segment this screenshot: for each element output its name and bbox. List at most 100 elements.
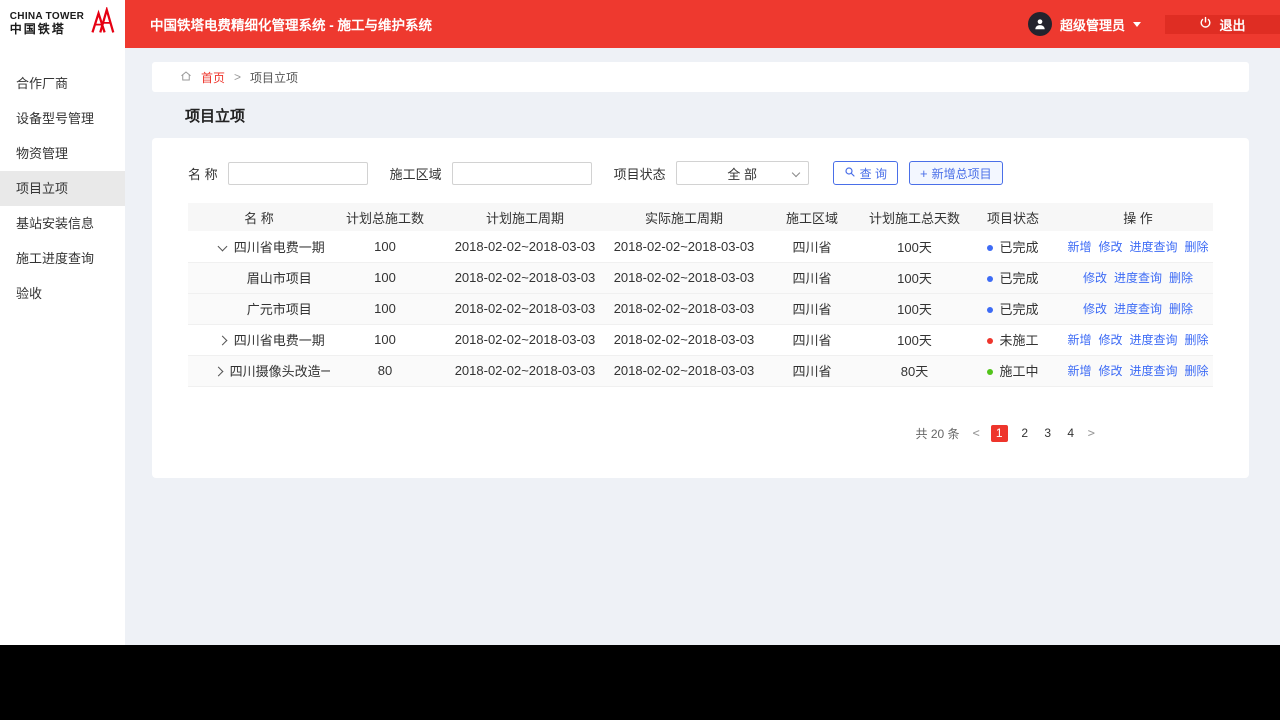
action-add-link[interactable]: 新增	[1068, 333, 1092, 347]
main-content: 首页 > 项目立项 项目立项 名 称 施工区域 项目状态 全 部 查 询 + 新…	[125, 48, 1280, 645]
plus-icon: +	[920, 165, 928, 181]
region-cell: 四川省	[792, 271, 832, 286]
sidebar-item-project-initiation[interactable]: 项目立项	[0, 171, 125, 206]
action-edit-link[interactable]: 修改	[1083, 271, 1107, 285]
region-cell: 四川省	[792, 333, 832, 348]
project-name: 四川省电费一期	[233, 333, 325, 348]
action-delete-link[interactable]: 删除	[1169, 271, 1193, 285]
action-delete-link[interactable]: 删除	[1169, 302, 1193, 316]
actual-period-cell: 2018-02-02~2018-03-03	[613, 332, 755, 347]
planned-days-cell: 100天	[897, 271, 932, 286]
actions-cell: 新增 修改 进度查询 删除	[1063, 324, 1213, 355]
pagination-page-4[interactable]: 4	[1065, 426, 1077, 440]
project-list-card: 名 称 施工区域 项目状态 全 部 查 询 + 新增总项目 名 称 计划总施工数…	[152, 138, 1249, 478]
breadcrumb-home-link[interactable]: 首页	[201, 69, 225, 86]
planned-period-cell: 2018-02-02~2018-03-03	[454, 332, 596, 347]
action-edit-link[interactable]: 修改	[1083, 302, 1107, 316]
table-row: 四川摄像头改造一期 80 2018-02-02~2018-03-03 2018-…	[188, 355, 1213, 386]
sidebar-item-progress-query[interactable]: 施工进度查询	[0, 241, 125, 276]
action-progress-query-link[interactable]: 进度查询	[1130, 240, 1178, 254]
search-button[interactable]: 查 询	[832, 161, 898, 185]
status-cell: 已完成	[963, 231, 1063, 262]
action-progress-query-link[interactable]: 进度查询	[1114, 302, 1162, 316]
status-badge: 施工中	[999, 364, 1039, 379]
status-dot	[987, 369, 994, 375]
collapse-row-icon[interactable]	[217, 241, 228, 252]
actual-period-cell: 2018-02-02~2018-03-03	[613, 270, 755, 285]
name-filter-label: 名 称	[188, 166, 218, 182]
user-menu[interactable]: 超级管理员	[1027, 12, 1141, 36]
pagination-prev-button[interactable]: <	[973, 426, 980, 440]
action-edit-link[interactable]: 修改	[1099, 364, 1123, 378]
action-edit-link[interactable]: 修改	[1099, 240, 1123, 254]
planned-days-cell: 100天	[897, 302, 932, 317]
column-header-planned-count: 计划总施工数	[345, 210, 424, 226]
region-filter-input[interactable]	[451, 161, 592, 185]
pagination-total: 共 20 条	[915, 426, 960, 441]
pagination-next-button[interactable]: >	[1088, 426, 1095, 440]
status-badge: 未施工	[999, 333, 1039, 348]
pagination-page-2[interactable]: 2	[1019, 426, 1031, 440]
sidebar-item-partners[interactable]: 合作厂商	[0, 66, 125, 101]
user-name: 超级管理员	[1059, 17, 1125, 33]
action-edit-link[interactable]: 修改	[1099, 333, 1123, 347]
pagination-page-1[interactable]: 1	[990, 424, 1008, 442]
column-header-name: 名 称	[244, 210, 274, 226]
planned-period-cell: 2018-02-02~2018-03-03	[454, 363, 596, 378]
pagination-page-3[interactable]: 3	[1042, 426, 1054, 440]
sidebar-item-station-install-info[interactable]: 基站安装信息	[0, 206, 125, 241]
planned-days-cell: 100天	[897, 333, 932, 348]
logout-button[interactable]: 退出	[1165, 14, 1280, 34]
planned-count-cell: 100	[374, 270, 396, 285]
column-header-actions: 操 作	[1123, 210, 1153, 226]
action-progress-query-link[interactable]: 进度查询	[1130, 364, 1178, 378]
table-row-child: 广元市项目 100 2018-02-02~2018-03-03 2018-02-…	[188, 293, 1213, 324]
project-name: 四川摄像头改造一期	[229, 364, 330, 379]
planned-period-cell: 2018-02-02~2018-03-03	[454, 238, 596, 254]
sidebar-item-materials[interactable]: 物资管理	[0, 136, 125, 171]
status-filter-label: 项目状态	[613, 166, 666, 182]
region-cell: 四川省	[792, 239, 832, 255]
project-name: 眉山市项目	[246, 271, 312, 286]
sidebar-item-acceptance[interactable]: 验收	[0, 276, 125, 311]
power-icon	[1199, 16, 1212, 32]
status-dot	[987, 307, 994, 313]
expand-row-icon[interactable]	[217, 335, 228, 346]
action-add-link[interactable]: 新增	[1068, 240, 1092, 254]
action-delete-link[interactable]: 删除	[1185, 333, 1209, 347]
planned-count-cell: 100	[374, 332, 396, 347]
app-window: CHINA TOWER 中国铁塔 中国铁塔电费精细化管理系统 - 施工与维护系统	[0, 0, 1280, 645]
pagination: 共 20 条 < 1 2 3 4 >	[188, 424, 1213, 442]
status-badge: 已完成	[999, 271, 1039, 286]
projects-table: 名 称 计划总施工数 计划施工周期 实际施工周期 施工区域 计划施工总天数 项目…	[188, 203, 1213, 387]
tower-logo-icon	[89, 5, 115, 42]
status-filter-select[interactable]: 全 部	[675, 161, 809, 185]
sidebar-item-device-models[interactable]: 设备型号管理	[0, 101, 125, 136]
action-add-link[interactable]: 新增	[1068, 364, 1092, 378]
add-project-button[interactable]: + 新增总项目	[909, 161, 1003, 185]
action-delete-link[interactable]: 删除	[1185, 240, 1209, 254]
planned-period-cell: 2018-02-02~2018-03-03	[454, 301, 596, 316]
column-header-planned-period: 计划施工周期	[485, 210, 564, 226]
china-tower-logo: CHINA TOWER 中国铁塔	[0, 0, 125, 48]
column-header-region: 施工区域	[785, 210, 838, 226]
table-row: 四川省电费一期 100 2018-02-02~2018-03-03 2018-0…	[188, 231, 1213, 262]
action-progress-query-link[interactable]: 进度查询	[1114, 271, 1162, 285]
actions-cell: 新增 修改 进度查询 删除	[1063, 355, 1213, 386]
region-filter-label: 施工区域	[389, 166, 442, 182]
action-progress-query-link[interactable]: 进度查询	[1130, 333, 1178, 347]
status-dot	[987, 276, 994, 282]
name-filter-input[interactable]	[227, 161, 368, 185]
status-dot	[987, 244, 994, 251]
action-delete-link[interactable]: 删除	[1185, 364, 1209, 378]
actual-period-cell: 2018-02-02~2018-03-03	[613, 301, 755, 316]
chevron-down-icon	[1133, 21, 1141, 27]
column-header-actual-period: 实际施工周期	[644, 210, 723, 226]
actual-period-cell: 2018-02-02~2018-03-03	[613, 238, 755, 254]
expand-row-icon[interactable]	[213, 366, 223, 377]
user-avatar	[1027, 12, 1052, 36]
status-filter-value: 全 部	[727, 166, 757, 182]
region-cell: 四川省	[792, 364, 832, 379]
planned-period-cell: 2018-02-02~2018-03-03	[454, 270, 596, 285]
status-badge: 已完成	[999, 302, 1039, 317]
